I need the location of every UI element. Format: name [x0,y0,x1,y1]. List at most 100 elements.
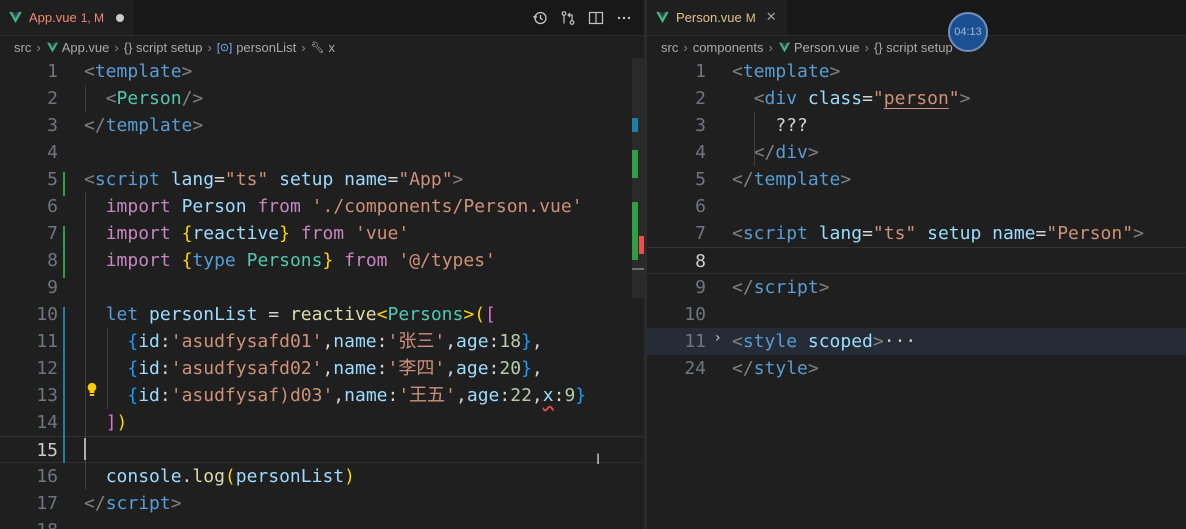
code-line[interactable]: 24 </style> [647,355,1186,382]
text-cursor [84,438,86,460]
code-line[interactable]: 16 console.log(personList) [0,463,644,490]
code-line[interactable]: 9 </script> [647,274,1186,301]
code-token: : [159,385,171,406]
code-line[interactable]: 1 <template> [0,58,644,85]
code-token: 20 [499,358,522,379]
code-line[interactable]: 6 import Person from './components/Perso… [0,193,644,220]
code-token: = [862,88,873,109]
more-actions-icon[interactable] [616,10,632,26]
modified-dot-icon[interactable] [116,13,125,22]
editor-actions [532,0,632,35]
code-token: 9 [564,385,576,406]
code-line[interactable]: 14 ]) [0,409,644,436]
code-text: import Person from './components/Person.… [84,193,583,220]
code-token: </ [732,277,754,298]
code-line[interactable]: 8 [647,247,1186,274]
code-token: '李四' [387,358,446,379]
overview-added-mark [632,202,638,260]
code-token: = [1035,223,1047,244]
tab-badge: 1, M [80,10,105,25]
code-token: < [84,61,95,82]
line-number: 24 [684,358,706,379]
code-line[interactable]: 6 [647,193,1186,220]
code-line[interactable]: 11 {id:'asudfysafd01',name:'张三',age:18}, [0,328,644,355]
breadcrumb-src[interactable]: src [661,40,678,55]
code-line[interactable]: 4 </div> [647,139,1186,166]
code-line[interactable]: 18 [0,517,644,529]
code-token: id [138,385,160,406]
scrollbar-slider[interactable] [632,58,644,298]
indent-guide [754,112,755,166]
code-token: template [753,169,841,190]
code-line[interactable]: 5 <script lang="ts" setup name="App"> [0,166,644,193]
code-token: reactive [192,223,280,244]
code-line[interactable]: 3 ??? [647,112,1186,139]
code-line[interactable]: 7 import {reactive} from 'vue' [0,220,644,247]
tab-badge: M [745,10,756,25]
code-text: </script> [732,274,830,301]
breadcrumb-components[interactable]: components [693,40,764,55]
code-token: > [192,115,204,136]
code-line[interactable]: 9 [0,274,644,301]
code-token: 18 [499,331,522,352]
code-line[interactable]: 15 [0,436,644,463]
code-token: [ [485,304,496,325]
breadcrumb-x[interactable]: x [329,40,336,55]
code-token: : [387,385,399,406]
recording-timer-badge: 04:13 [948,12,988,52]
code-text: console.log(personList) [84,463,355,490]
breadcrumb-file[interactable]: Person.vue [794,40,860,55]
breadcrumb-file[interactable]: App.vue [62,40,110,55]
code-text: </template> [732,166,851,193]
code-line[interactable]: 3 </template> [0,112,644,139]
code-line[interactable]: 12 {id:'asudfysafd02',name:'李四',age:20}, [0,355,644,382]
breadcrumb-script-setup[interactable]: {} script setup [124,40,203,55]
line-number: 1 [47,61,58,82]
fold-chevron-icon[interactable]: › [715,330,725,346]
code-token: lang [818,223,863,244]
code-line[interactable]: 2 <div class="person"> [647,85,1186,112]
code-line[interactable]: 5 </template> [647,166,1186,193]
code-line[interactable]: 7 <script lang="ts" setup name="Person"> [647,220,1186,247]
tab-title: App.vue [29,10,77,25]
chevron-right-icon: › [36,39,41,55]
code-token: < [732,61,743,82]
code-token: person [883,88,949,109]
code-line[interactable]: 2 <Person/> [0,85,644,112]
code-token: </ [84,493,106,514]
code-token: "App" [398,169,453,190]
code-line[interactable]: 17 </script> [0,490,644,517]
code-token: /> [181,88,204,109]
code-line[interactable]: 10 let personList = reactive<Persons>([ [0,301,644,328]
left-scrollbar[interactable] [630,58,644,529]
close-icon[interactable]: ✕ [766,10,777,25]
code-line[interactable]: 4 [0,139,644,166]
code-token: < [732,331,743,352]
split-editor-icon[interactable] [588,10,604,26]
breadcrumb-script-setup[interactable]: {} script setup [874,40,953,55]
code-text: <script lang="ts" setup name="App"> [84,166,463,193]
open-changes-icon[interactable] [560,10,576,26]
timeline-history-icon[interactable] [532,10,548,26]
mouse-ibeam-cursor: I [596,452,601,468]
code-token: > [959,88,971,109]
tab-person-vue[interactable]: Person.vue M ✕ [647,0,787,35]
lightbulb-icon[interactable] [86,382,98,398]
code-line[interactable]: 1 <template> [647,58,1186,85]
code-line[interactable]: 10 [647,301,1186,328]
breadcrumb-src[interactable]: src [14,40,31,55]
vue-file-icon [46,42,58,52]
code-line[interactable]: 8 import {type Persons} from '@/types' [0,247,644,274]
tab-app-vue[interactable]: App.vue 1, M [0,0,135,35]
right-code-editor[interactable]: 1 <template> 2 <div class="person"> 3 ??? 4 … [647,58,1186,529]
code-token: Persons [387,304,464,325]
breadcrumb-personlist[interactable]: personList [236,40,296,55]
left-code-editor[interactable]: 1 <template> 2 <Person/> 3 </template> 4 5 <scr… [0,58,644,529]
code-token: : [159,331,171,352]
tab-title: Person.vue [676,10,742,25]
code-line[interactable]: 11 <style scoped>··· [647,328,1186,355]
